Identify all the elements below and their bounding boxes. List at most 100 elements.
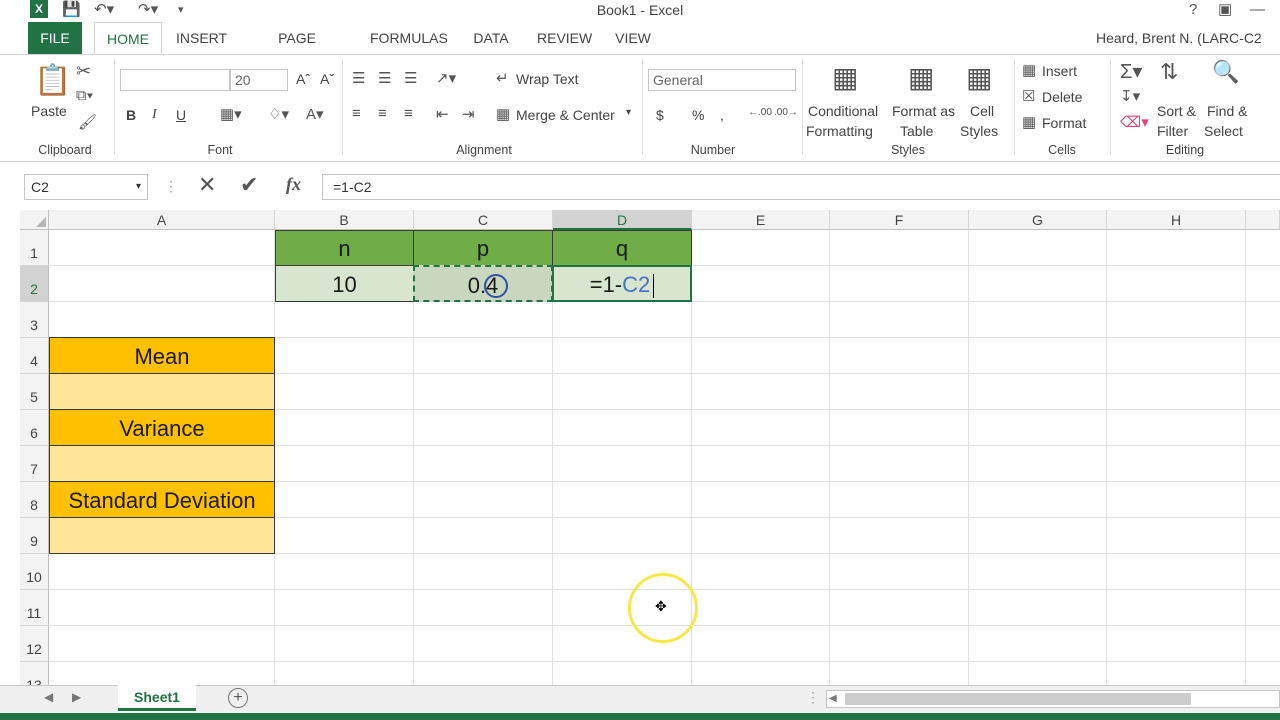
find-select-icon[interactable]: 🔍: [1212, 59, 1239, 85]
horizontal-scrollbar-thumb[interactable]: [845, 693, 1191, 705]
currency-button[interactable]: $: [656, 107, 664, 123]
wrap-text-button[interactable]: Wrap Text: [516, 71, 579, 87]
merge-center-button[interactable]: Merge & Center: [516, 107, 615, 123]
column-header-e[interactable]: E: [692, 210, 830, 230]
fill-color-icon[interactable]: ♢▾: [268, 105, 289, 123]
column-header-b[interactable]: B: [275, 210, 414, 230]
autosum-icon[interactable]: Σ▾: [1120, 59, 1142, 84]
borders-icon[interactable]: ▦▾: [220, 105, 242, 123]
user-name[interactable]: Heard, Brent N. (LARC-C2: [1096, 22, 1266, 54]
tab-data[interactable]: DATA: [470, 22, 512, 54]
italic-button[interactable]: I: [152, 107, 157, 123]
format-as-table-line1[interactable]: Format as: [892, 103, 955, 119]
row-header-3[interactable]: 3: [20, 302, 49, 338]
delete-cells-icon[interactable]: ☒: [1022, 87, 1035, 105]
paste-button[interactable]: Paste: [31, 103, 67, 119]
column-header-i[interactable]: [1246, 210, 1280, 230]
enter-icon[interactable]: ✔: [240, 172, 258, 198]
tab-file[interactable]: FILE: [28, 22, 82, 54]
cell-styles-icon[interactable]: ▦: [966, 61, 992, 94]
underline-button[interactable]: U: [176, 107, 186, 123]
tab-view[interactable]: VIEW: [614, 22, 652, 54]
cell-b2[interactable]: 10: [275, 265, 414, 302]
merge-dropdown-icon[interactable]: ▾: [626, 107, 631, 118]
find-select-line1[interactable]: Find &: [1207, 103, 1247, 119]
cell-a7[interactable]: [49, 445, 275, 482]
column-header-c[interactable]: C: [414, 210, 553, 230]
ribbon-display-icon[interactable]: ▣: [1218, 0, 1232, 20]
align-bottom-icon[interactable]: ☰: [404, 69, 417, 87]
shrink-font-icon[interactable]: Aˇ: [320, 71, 334, 87]
scroll-left-icon[interactable]: ◀: [44, 690, 53, 704]
tab-split-grip-icon[interactable]: ⋮: [806, 689, 820, 706]
row-header-11[interactable]: 11: [20, 590, 49, 626]
bold-button[interactable]: B: [126, 107, 136, 123]
row-header-2[interactable]: 2: [20, 266, 49, 302]
formula-input[interactable]: =1-C2: [322, 174, 1280, 200]
font-name-combo[interactable]: [120, 69, 230, 91]
sort-filter-icon[interactable]: ⇅: [1160, 59, 1178, 85]
decrease-decimal-icon[interactable]: .00→: [774, 107, 798, 118]
cell-a9[interactable]: [49, 517, 275, 554]
tab-review[interactable]: REVIEW: [537, 22, 592, 54]
align-right-icon[interactable]: ≡: [404, 105, 413, 122]
cell-a5[interactable]: [49, 373, 275, 410]
cell-d1[interactable]: q: [552, 230, 692, 266]
cell-c1[interactable]: p: [413, 230, 553, 266]
sort-filter-line2[interactable]: Filter: [1157, 123, 1188, 139]
help-button[interactable]: ?: [1189, 0, 1197, 20]
row-header-9[interactable]: 9: [20, 518, 49, 554]
row-header-4[interactable]: 4: [20, 338, 49, 374]
cancel-icon[interactable]: ✕: [198, 172, 216, 198]
find-select-line2[interactable]: Select: [1204, 123, 1243, 139]
column-header-f[interactable]: F: [830, 210, 969, 230]
column-header-a[interactable]: A: [49, 210, 275, 230]
insert-function-button[interactable]: fx: [286, 174, 301, 195]
scroll-right-icon[interactable]: ▶: [72, 690, 81, 704]
row-header-7[interactable]: 7: [20, 446, 49, 482]
row-header-10[interactable]: 10: [20, 554, 49, 590]
cell-styles-line1[interactable]: Cell: [970, 103, 994, 119]
copy-icon[interactable]: ⧉▾: [76, 87, 93, 104]
format-cells-icon[interactable]: ▦: [1022, 113, 1036, 131]
select-all-corner[interactable]: [20, 210, 49, 230]
align-center-icon[interactable]: ≡: [378, 105, 387, 122]
tab-home[interactable]: HOME: [94, 22, 162, 54]
row-header-8[interactable]: 8: [20, 482, 49, 518]
increase-indent-icon[interactable]: ⇥: [462, 105, 475, 123]
grow-font-icon[interactable]: Aˆ: [296, 71, 310, 87]
orientation-icon[interactable]: ↗▾: [436, 69, 456, 87]
row-header-1[interactable]: 1: [20, 230, 49, 266]
cell-a8[interactable]: Standard Deviation: [49, 481, 275, 518]
paste-icon[interactable]: 📋: [34, 63, 71, 98]
row-header-12[interactable]: 12: [20, 626, 49, 662]
increase-decimal-icon[interactable]: ←.00: [748, 107, 772, 118]
cell-styles-line2[interactable]: Styles: [960, 123, 998, 139]
font-size-combo[interactable]: 20: [230, 69, 288, 91]
conditional-formatting-line1[interactable]: Conditional: [808, 103, 878, 119]
cell-a6[interactable]: Variance: [49, 409, 275, 446]
tab-formulas[interactable]: FORMULAS: [370, 22, 448, 54]
conditional-formatting-icon[interactable]: ▦: [832, 61, 858, 94]
row-header-13[interactable]: 13: [20, 662, 49, 685]
comma-button[interactable]: ,: [720, 107, 724, 123]
sheet-tab-sheet1[interactable]: Sheet1: [118, 685, 196, 711]
align-middle-icon[interactable]: ☰: [378, 69, 391, 87]
align-top-icon[interactable]: ☰: [352, 69, 365, 87]
percent-button[interactable]: %: [692, 107, 704, 123]
scroll-left-arrow-icon[interactable]: ◀: [829, 691, 837, 707]
format-as-table-icon[interactable]: ▦: [908, 61, 934, 94]
tab-page-layout[interactable]: PAGE LAYOUT: [250, 22, 344, 78]
horizontal-scrollbar[interactable]: ◀: [826, 690, 1280, 708]
column-header-g[interactable]: G: [969, 210, 1107, 230]
row-header-5[interactable]: 5: [20, 374, 49, 410]
cell-c2[interactable]: 0.4: [413, 265, 553, 302]
clear-icon[interactable]: ⌫▾: [1120, 113, 1149, 131]
column-header-d[interactable]: D: [553, 210, 692, 230]
format-painter-icon[interactable]: 🖌: [78, 113, 97, 131]
name-box-dropdown-icon[interactable]: ▾: [136, 175, 141, 199]
cell-a4[interactable]: Mean: [49, 337, 275, 374]
cut-icon[interactable]: ✂: [76, 61, 91, 82]
conditional-formatting-line2[interactable]: Formatting: [806, 123, 873, 139]
font-color-icon[interactable]: A▾: [306, 105, 324, 123]
